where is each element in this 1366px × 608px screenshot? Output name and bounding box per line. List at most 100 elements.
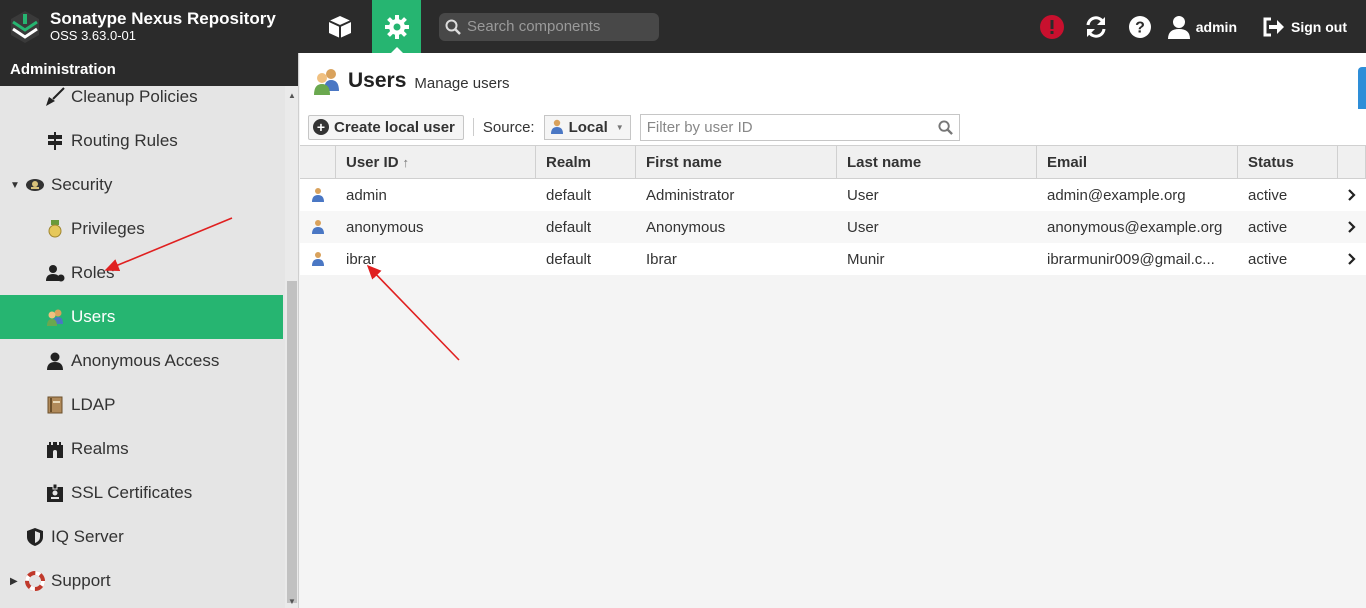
shield-icon xyxy=(27,528,43,546)
cell-user-id: anonymous xyxy=(346,218,424,236)
column-header-icon xyxy=(300,146,336,178)
gear-icon xyxy=(384,14,409,39)
cell-email: admin@example.org xyxy=(1047,186,1186,204)
sign-out-icon xyxy=(1263,17,1284,36)
grid-header: User ID ↑ Realm First name Last name Emai… xyxy=(300,145,1366,179)
search-icon[interactable] xyxy=(938,119,953,135)
column-header-last-name[interactable]: Last name xyxy=(837,146,1037,178)
product-name: Sonatype Nexus Repository xyxy=(50,9,276,28)
sidebar-item-security[interactable]: ▼ Security xyxy=(0,163,283,207)
filter-input[interactable] xyxy=(646,118,938,136)
search-box[interactable] xyxy=(439,12,659,41)
user-menu[interactable]: admin xyxy=(1167,15,1237,39)
cell-last-name: Munir xyxy=(847,250,885,268)
cell-last-name: User xyxy=(847,186,879,204)
create-local-user-label: Create local user xyxy=(334,118,455,136)
column-header-user-id[interactable]: User ID ↑ xyxy=(336,146,536,178)
help-icon: ? xyxy=(1128,15,1151,38)
sidebar-item-privileges[interactable]: Privileges xyxy=(0,207,283,251)
scroll-up-icon[interactable]: ▲ xyxy=(288,91,296,100)
id-badge-icon xyxy=(47,483,63,502)
caret-down-icon[interactable]: ▼ xyxy=(10,180,20,191)
scroll-down-icon[interactable]: ▼ xyxy=(288,597,296,606)
toolbar-separator xyxy=(472,118,474,136)
source-select[interactable]: Local ▼ xyxy=(543,114,631,140)
toolbar: + Create local user Source: Local ▼ xyxy=(300,109,1366,145)
cell-user-id: ibrar xyxy=(346,250,377,268)
user-row-icon xyxy=(312,188,324,202)
sidebar-scrollbar[interactable]: ▲ ▼ xyxy=(285,86,298,608)
user-icon xyxy=(1167,15,1190,39)
system-alert-button[interactable] xyxy=(1030,0,1074,53)
sidebar-item-support[interactable]: ▶ Support xyxy=(0,559,283,603)
create-local-user-button[interactable]: + Create local user xyxy=(308,114,464,140)
column-header-realm[interactable]: Realm xyxy=(536,146,636,178)
user-role-icon xyxy=(46,265,65,282)
caret-right-icon[interactable]: ▶ xyxy=(10,576,18,587)
sidebar-item-ldap[interactable]: LDAP xyxy=(0,383,283,427)
user-small-icon xyxy=(550,119,563,134)
search-input[interactable] xyxy=(467,18,647,35)
sidebar-item-label: Roles xyxy=(71,263,115,282)
book-icon xyxy=(47,396,63,414)
cell-status: active xyxy=(1248,250,1288,268)
sign-out-label: Sign out xyxy=(1291,18,1347,35)
sidebar-item-roles[interactable]: Roles xyxy=(0,251,283,295)
cube-icon xyxy=(328,15,352,38)
sidebar-item-routing-rules[interactable]: Routing Rules xyxy=(0,119,283,163)
cell-email: ibrarmunir009@gmail.c... xyxy=(1047,250,1215,268)
cell-realm: default xyxy=(546,218,592,236)
sidebar-item-iq-server[interactable]: IQ Server xyxy=(0,515,283,559)
sign-out-button[interactable]: Sign out xyxy=(1263,17,1347,37)
cell-last-name: User xyxy=(847,218,879,236)
sidebar-item-label: Privileges xyxy=(71,219,145,238)
table-row[interactable]: admin default Administrator User admin@e… xyxy=(300,179,1366,211)
chevron-right-icon[interactable] xyxy=(1348,189,1356,201)
column-header-status[interactable]: Status xyxy=(1238,146,1338,178)
svg-text:?: ? xyxy=(1135,19,1145,36)
sidebar-item-realms[interactable]: Realms xyxy=(0,427,283,471)
column-header-email[interactable]: Email xyxy=(1037,146,1238,178)
sidebar-item-cleanup-policies[interactable]: Cleanup Policies xyxy=(0,75,283,119)
user-icon xyxy=(47,352,63,370)
table-row[interactable]: ibrar default Ibrar Munir ibrarmunir009@… xyxy=(300,243,1366,275)
users-grid: User ID ↑ Realm First name Last name Emai… xyxy=(300,145,1366,275)
scrollbar-thumb[interactable] xyxy=(287,281,297,603)
sidebar-item-label: Security xyxy=(51,175,113,194)
castle-icon xyxy=(47,442,63,458)
sidebar-item-label: LDAP xyxy=(71,395,116,414)
sidebar-item-label: Realms xyxy=(71,439,129,458)
chevron-right-icon[interactable] xyxy=(1348,221,1356,233)
medal-icon xyxy=(48,220,62,238)
product-version: OSS 3.63.0-01 xyxy=(50,28,136,43)
admin-sidebar: Cleanup Policies Routing Rules ▼ Securit… xyxy=(0,53,299,608)
sidebar-item-users[interactable]: Users xyxy=(0,295,283,339)
refresh-icon xyxy=(1086,15,1106,38)
cell-realm: default xyxy=(546,250,592,268)
search-icon xyxy=(445,19,461,35)
filter-box[interactable] xyxy=(639,113,960,141)
refresh-button[interactable] xyxy=(1074,0,1118,53)
cell-status: active xyxy=(1248,186,1288,204)
sidebar-item-label: Users xyxy=(71,307,116,326)
brand[interactable]: Sonatype Nexus Repository OSS 3.63.0-01 xyxy=(0,0,300,53)
administration-button[interactable] xyxy=(372,0,421,54)
sidebar-item-ssl-certificates[interactable]: SSL Certificates xyxy=(0,471,283,515)
chevron-right-icon[interactable] xyxy=(1348,253,1356,265)
sidebar-item-anonymous-access[interactable]: Anonymous Access xyxy=(0,339,283,383)
user-row-icon xyxy=(312,252,324,266)
column-header-first-name[interactable]: First name xyxy=(636,146,837,178)
username: admin xyxy=(1195,18,1237,35)
source-label: Source: xyxy=(482,118,535,136)
browse-button[interactable] xyxy=(313,0,367,53)
page-title: Users xyxy=(348,69,407,92)
security-badge-icon xyxy=(26,179,44,191)
main-panel: Users Manage users + Create local user S… xyxy=(300,53,1366,608)
plus-circle-icon: + xyxy=(313,119,329,135)
help-button[interactable]: ? xyxy=(1118,0,1162,53)
nexus-logo-icon xyxy=(11,10,39,43)
page-subtitle: Manage users xyxy=(414,74,510,92)
cell-realm: default xyxy=(546,186,592,204)
sidebar-item-label: Routing Rules xyxy=(71,131,178,150)
table-row[interactable]: anonymous default Anonymous User anonymo… xyxy=(300,211,1366,243)
